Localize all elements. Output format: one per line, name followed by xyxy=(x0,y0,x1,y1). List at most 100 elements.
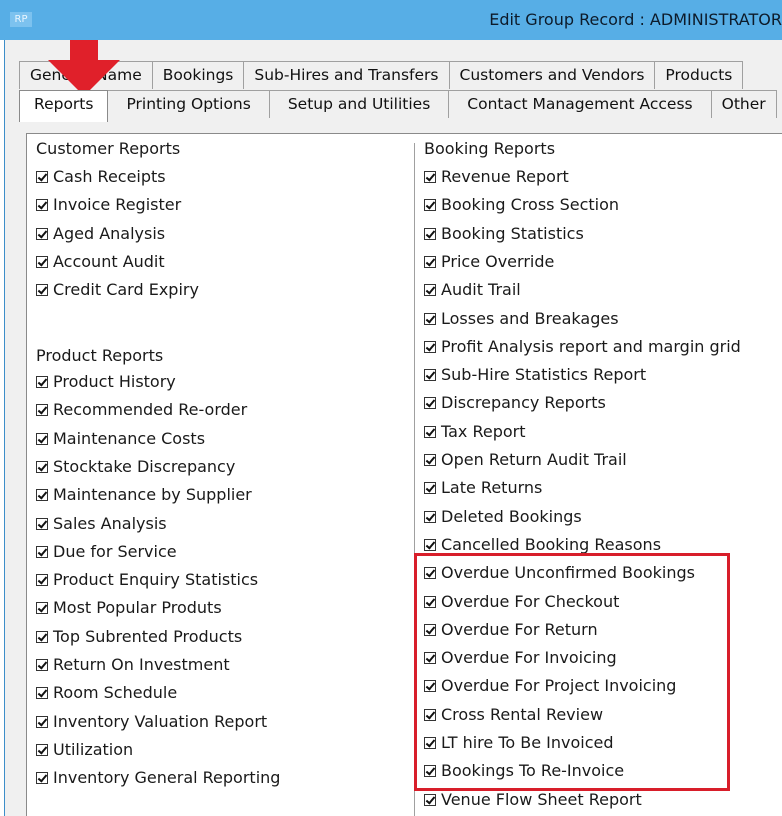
checkbox-top-subrented-products[interactable]: Top Subrented Products xyxy=(36,623,242,651)
checkbox-maintenance-costs[interactable]: Maintenance Costs xyxy=(36,425,205,453)
checkbox-room-schedule[interactable]: Room Schedule xyxy=(36,679,177,707)
checked-icon[interactable] xyxy=(36,659,48,671)
checkbox-label: Return On Investment xyxy=(53,655,230,674)
checked-icon[interactable] xyxy=(36,199,48,212)
checkbox-label: Booking Statistics xyxy=(441,223,584,243)
tab-contact-management[interactable]: Contact Management Access xyxy=(448,90,712,118)
checkbox-discrepancy-reports[interactable]: Discrepancy Reports xyxy=(424,389,606,417)
checked-icon[interactable] xyxy=(36,517,48,530)
checkbox-label: Profit Analysis report and margin grid xyxy=(441,336,741,356)
checked-icon[interactable] xyxy=(36,227,48,240)
tab-reports[interactable]: Reports xyxy=(19,90,109,122)
window-title: Edit Group Record : ADMINISTRATOR xyxy=(489,10,782,29)
checked-icon[interactable] xyxy=(36,715,48,728)
checked-icon[interactable] xyxy=(36,574,48,587)
checkbox-label: Maintenance by Supplier xyxy=(53,485,252,505)
checked-icon[interactable] xyxy=(424,340,436,353)
tab-setup-utilities[interactable]: Setup and Utilities xyxy=(268,90,450,118)
checked-icon[interactable] xyxy=(36,489,48,502)
checked-icon[interactable] xyxy=(424,793,436,806)
checkbox-audit-trail[interactable]: Audit Trail xyxy=(424,276,521,304)
checked-icon[interactable] xyxy=(36,772,48,785)
checkbox-label: Top Subrented Products xyxy=(53,626,243,646)
checked-icon[interactable] xyxy=(36,432,48,445)
checkbox-return-on-investment[interactable]: Return On Investment xyxy=(36,651,230,679)
checkbox-stocktake-discrepancy[interactable]: Stocktake Discrepancy xyxy=(36,453,235,481)
checkbox-aged-analysis[interactable]: Aged Analysis xyxy=(36,220,165,248)
checkbox-sub-hire-statistics-report[interactable]: Sub-Hire Statistics Report xyxy=(424,361,646,389)
checkbox-account-audit[interactable]: Account Audit xyxy=(36,248,165,276)
checked-icon[interactable] xyxy=(36,743,48,756)
checkbox-maintenance-by-supplier[interactable]: Maintenance by Supplier xyxy=(36,481,252,509)
checked-icon[interactable] xyxy=(36,284,48,297)
checked-icon[interactable] xyxy=(424,227,436,240)
checkbox-utilization[interactable]: Utilization xyxy=(36,736,133,764)
checked-icon[interactable] xyxy=(36,404,48,417)
checkbox-booking-cross-section[interactable]: Booking Cross Section xyxy=(424,191,619,219)
tab-sub-hires[interactable]: Sub-Hires and Transfers xyxy=(243,61,450,89)
checkbox-due-for-service[interactable]: Due for Service xyxy=(36,538,177,566)
checkbox-invoice-register[interactable]: Invoice Register xyxy=(36,191,181,219)
tab-printing-options[interactable]: Printing Options xyxy=(107,90,270,118)
checkbox-label: Cash Receipts xyxy=(53,167,166,186)
checkbox-label: Aged Analysis xyxy=(53,223,166,243)
tab-customers-vendors[interactable]: Customers and Vendors xyxy=(448,61,656,89)
checked-icon[interactable] xyxy=(36,545,48,558)
customer-reports-title: Customer Reports xyxy=(36,139,181,158)
checkbox-losses-and-breakages[interactable]: Losses and Breakages xyxy=(424,305,619,333)
checked-icon[interactable] xyxy=(424,510,436,523)
checked-icon[interactable] xyxy=(36,460,48,473)
checkbox-sales-analysis[interactable]: Sales Analysis xyxy=(36,510,167,538)
checkbox-tax-report[interactable]: Tax Report xyxy=(424,418,526,446)
checked-icon[interactable] xyxy=(424,284,436,297)
checkbox-inventory-valuation-report[interactable]: Inventory Valuation Report xyxy=(36,708,267,736)
checkbox-credit-card-expiry[interactable]: Credit Card Expiry xyxy=(36,276,199,304)
checked-icon[interactable] xyxy=(424,171,436,183)
checkbox-label: Revenue Report xyxy=(441,167,569,186)
checked-icon[interactable] xyxy=(36,171,48,183)
checkbox-label: Cancelled Booking Reasons xyxy=(441,534,662,554)
tab-other[interactable]: Other xyxy=(710,90,777,118)
checked-icon[interactable] xyxy=(424,255,436,268)
checked-icon[interactable] xyxy=(424,369,436,382)
checkbox-label: Booking Cross Section xyxy=(441,195,620,215)
checked-icon[interactable] xyxy=(36,376,48,388)
checkbox-label: Price Override xyxy=(441,251,555,271)
checkbox-label: Product History xyxy=(53,372,176,391)
checkbox-most-popular-produts[interactable]: Most Popular Produts xyxy=(36,594,222,622)
checkbox-label: Room Schedule xyxy=(53,683,178,703)
checkbox-profit-analysis-report-and-margin-grid[interactable]: Profit Analysis report and margin grid xyxy=(424,333,741,361)
checkbox-cash-receipts[interactable]: Cash Receipts xyxy=(36,163,166,191)
checked-icon[interactable] xyxy=(424,538,436,551)
checked-icon[interactable] xyxy=(36,687,48,700)
checkbox-late-returns[interactable]: Late Returns xyxy=(424,474,542,502)
checkbox-open-return-audit-trail[interactable]: Open Return Audit Trail xyxy=(424,446,627,474)
checkbox-label: Sales Analysis xyxy=(53,513,167,533)
tab-bookings[interactable]: Bookings xyxy=(151,61,245,89)
checkbox-price-override[interactable]: Price Override xyxy=(424,248,554,276)
app-icon: RP xyxy=(10,12,32,27)
checkbox-revenue-report[interactable]: Revenue Report xyxy=(424,163,569,191)
checkbox-product-enquiry-statistics[interactable]: Product Enquiry Statistics xyxy=(36,566,258,594)
tab-products[interactable]: Products xyxy=(654,61,744,89)
checked-icon[interactable] xyxy=(424,397,436,410)
checkbox-label: Stocktake Discrepancy xyxy=(53,456,236,476)
checked-icon[interactable] xyxy=(36,602,48,615)
checkbox-inventory-general-reporting[interactable]: Inventory General Reporting xyxy=(36,764,280,792)
checkbox-label: Deleted Bookings xyxy=(441,506,582,526)
checked-icon[interactable] xyxy=(424,199,436,212)
checked-icon[interactable] xyxy=(424,482,436,495)
checkbox-booking-statistics[interactable]: Booking Statistics xyxy=(424,220,584,248)
checkbox-label: Losses and Breakages xyxy=(441,308,619,328)
checkbox-product-history[interactable]: Product History xyxy=(36,368,176,396)
checked-icon[interactable] xyxy=(424,454,436,466)
checked-icon[interactable] xyxy=(424,312,436,325)
checked-icon[interactable] xyxy=(424,425,436,438)
checkbox-label: Product Enquiry Statistics xyxy=(53,570,259,590)
checkbox-label: Due for Service xyxy=(53,541,177,561)
checked-icon[interactable] xyxy=(36,630,48,643)
checkbox-recommended-re-order[interactable]: Recommended Re-order xyxy=(36,396,247,424)
checked-icon[interactable] xyxy=(36,255,48,268)
checkbox-deleted-bookings[interactable]: Deleted Bookings xyxy=(424,503,582,531)
checkbox-label: Venue Flow Sheet Report xyxy=(441,789,642,809)
